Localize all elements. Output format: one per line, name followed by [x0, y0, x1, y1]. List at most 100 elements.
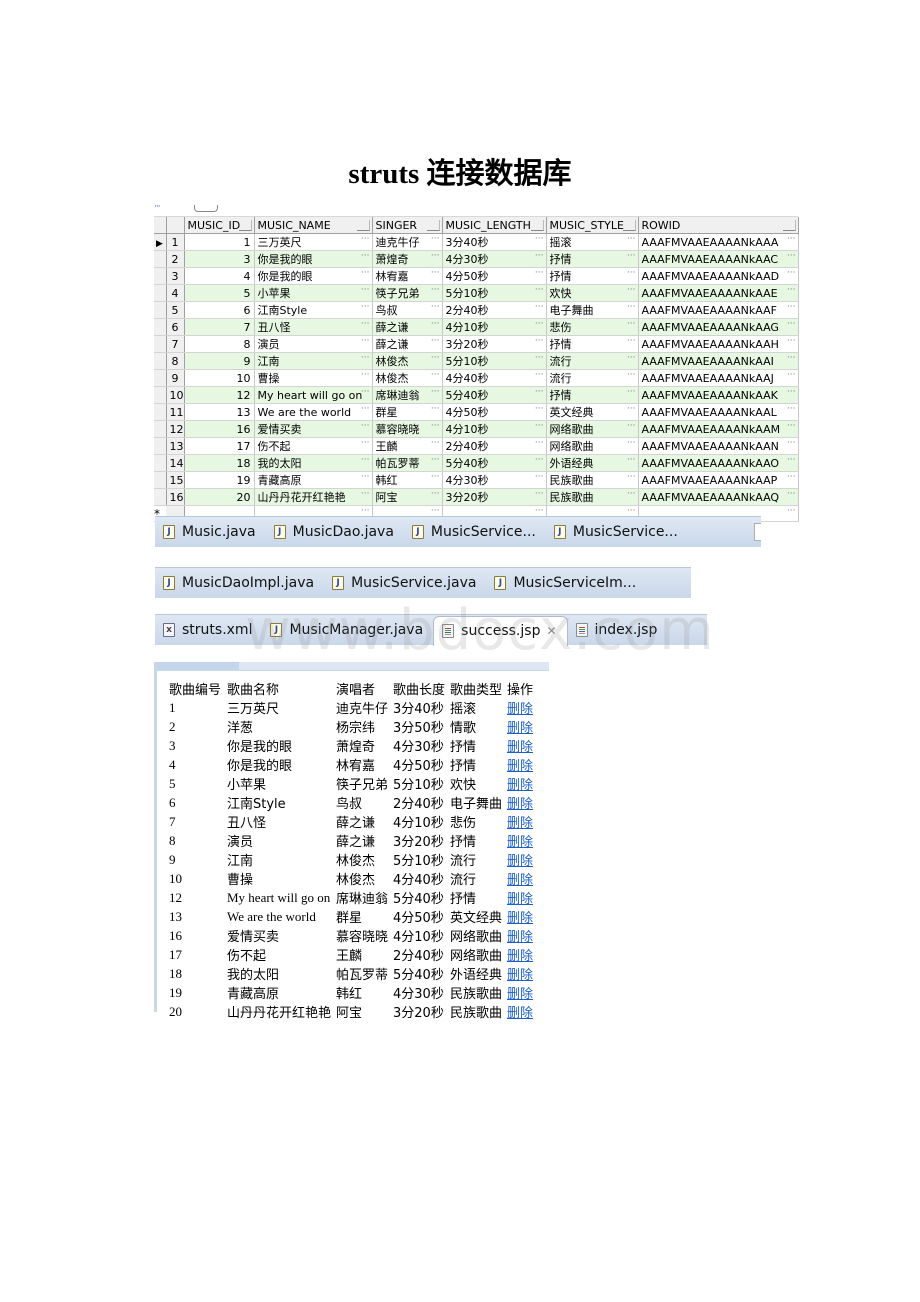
cell-rowid[interactable]: AAAFMVAAEAAAANkAAO ··· — [638, 454, 799, 472]
cell-rowid[interactable]: AAAFMVAAEAAAANkAAF ··· — [638, 301, 799, 319]
cell-singer[interactable]: 林俊杰 ··· — [372, 369, 443, 387]
cell-rowid[interactable]: AAAFMVAAEAAAANkAAJ ··· — [638, 369, 799, 387]
delete-link[interactable]: 删除 — [507, 854, 533, 869]
ellipsis-icon[interactable]: ··· — [627, 285, 636, 295]
ellipsis-icon[interactable]: ··· — [787, 370, 796, 380]
ellipsis-icon[interactable]: ··· — [535, 353, 544, 363]
row-indicator[interactable] — [154, 267, 167, 285]
cell-music-length[interactable]: 5分10秒 ··· — [442, 284, 547, 302]
cell-music-name[interactable]: 江南Style ··· — [254, 301, 373, 319]
row-indicator[interactable] — [154, 352, 167, 370]
delete-link[interactable]: 删除 — [507, 797, 533, 812]
cell-music-name[interactable]: 山丹丹花开红艳艳 ··· — [254, 488, 373, 506]
ellipsis-icon[interactable]: ··· — [431, 251, 440, 261]
grid-row[interactable]: 8 9 江南 ··· 林俊杰 ··· 5分10秒 ··· 流行 ··· AAAFMVAAEAAAAN… — [154, 352, 799, 370]
ellipsis-icon[interactable]: ··· — [787, 404, 796, 414]
delete-link[interactable]: 删除 — [507, 930, 533, 945]
cell-music-style[interactable]: 电子舞曲 ··· — [546, 301, 639, 319]
overflow-tab-stub[interactable] — [754, 523, 761, 541]
grid-row[interactable]: 7 8 演员 ··· 薛之谦 ··· 3分20秒 ··· 抒情 ··· AAAFMVAAEAAAAN… — [154, 335, 799, 353]
cell-music-id[interactable]: 7 — [184, 318, 255, 336]
delete-link[interactable]: 删除 — [507, 835, 533, 850]
ellipsis-icon[interactable]: ··· — [627, 489, 636, 499]
grid-row[interactable]: 9 10 曹操 ··· 林俊杰 ··· 4分40秒 ··· 流行 ··· AAAFMVAAEAAAA… — [154, 369, 799, 387]
row-indicator[interactable] — [154, 437, 167, 455]
ellipsis-icon[interactable]: ··· — [535, 302, 544, 312]
cell-rowid[interactable]: AAAFMVAAEAAAANkAAQ ··· — [638, 488, 799, 506]
ellipsis-icon[interactable]: ··· — [431, 438, 440, 448]
grid-row[interactable]: 13 17 伤不起 ··· 王麟 ··· 2分40秒 ··· 网络歌曲 ··· AAAFMVAAEA… — [154, 437, 799, 455]
ellipsis-icon[interactable]: ··· — [787, 234, 796, 244]
ellipsis-icon[interactable]: ··· — [627, 268, 636, 278]
cell-music-id[interactable]: 4 — [184, 267, 255, 285]
ellipsis-icon[interactable]: ··· — [535, 438, 544, 448]
ellipsis-icon[interactable]: ··· — [431, 370, 440, 380]
cell-music-name[interactable]: 伤不起 ··· — [254, 437, 373, 455]
cell-rowid[interactable]: AAAFMVAAEAAAANkAAD ··· — [638, 267, 799, 285]
ellipsis-icon[interactable]: ··· — [787, 319, 796, 329]
grid-row[interactable]: 12 16 爱情买卖 ··· 慕容晓晓 ··· 4分10秒 ··· 网络歌曲 ··· AAAFMVA… — [154, 420, 799, 438]
cell-music-length[interactable]: 4分30秒 ··· — [442, 250, 547, 268]
cell-music-length[interactable]: 2分40秒 ··· — [442, 301, 547, 319]
cell-music-name[interactable]: 三万英尺 ··· — [254, 233, 373, 251]
cell-music-id[interactable]: 20 — [184, 488, 255, 506]
cell-singer[interactable]: 阿宝 ··· — [372, 488, 443, 506]
cell-music-name[interactable]: 曹操 ··· — [254, 369, 373, 387]
cell-singer[interactable]: 慕容晓晓 ··· — [372, 420, 443, 438]
row-indicator[interactable] — [154, 420, 167, 438]
ellipsis-icon[interactable]: ··· — [627, 472, 636, 482]
ellipsis-icon[interactable]: ··· — [535, 251, 544, 261]
cell-music-length[interactable]: 4分30秒 ··· — [442, 471, 547, 489]
cell-music-length[interactable]: 5分10秒 ··· — [442, 352, 547, 370]
ellipsis-icon[interactable]: ··· — [627, 387, 636, 397]
cell-singer[interactable]: 群星 ··· — [372, 403, 443, 421]
close-tab-icon[interactable]: ✕ — [546, 624, 556, 638]
row-indicator[interactable] — [154, 250, 167, 268]
delete-link[interactable]: 删除 — [507, 968, 533, 983]
cell-music-name[interactable]: 演员 ··· — [254, 335, 373, 353]
cell-music-style[interactable]: 抒情 ··· — [546, 267, 639, 285]
ellipsis-icon[interactable]: ··· — [627, 234, 636, 244]
ellipsis-icon[interactable]: ··· — [431, 234, 440, 244]
cell-rowid[interactable]: AAAFMVAAEAAAANkAAI ··· — [638, 352, 799, 370]
editor-tab[interactable]: J MusicService... — [546, 517, 688, 547]
row-indicator[interactable] — [154, 471, 167, 489]
cell-music-name[interactable]: We are the world ··· — [254, 403, 373, 421]
ellipsis-icon[interactable]: ··· — [535, 455, 544, 465]
grid-row[interactable]: 16 20 山丹丹花开红艳艳 ··· 阿宝 ··· 3分20秒 ··· 民族歌曲 ··· AAAFM… — [154, 488, 799, 506]
cell-music-id[interactable]: 16 — [184, 420, 255, 438]
grid-row[interactable]: 3 4 你是我的眼 ··· 林宥嘉 ··· 4分50秒 ··· 抒情 ··· AAAFMVAAEAA… — [154, 267, 799, 285]
ellipsis-icon[interactable]: ··· — [627, 404, 636, 414]
ellipsis-icon[interactable]: ··· — [361, 438, 370, 448]
ellipsis-icon[interactable]: ··· — [627, 319, 636, 329]
cell-rowid[interactable]: AAAFMVAAEAAAANkAAH ··· — [638, 335, 799, 353]
cell-rowid[interactable]: AAAFMVAAEAAAANkAAN ··· — [638, 437, 799, 455]
delete-link[interactable]: 删除 — [507, 778, 533, 793]
cell-music-length[interactable]: 3分40秒 ··· — [442, 233, 547, 251]
cell-singer[interactable]: 韩红 ··· — [372, 471, 443, 489]
ellipsis-icon[interactable]: ··· — [627, 438, 636, 448]
column-header[interactable]: MUSIC_ID — [184, 217, 255, 234]
cell-music-style[interactable]: 网络歌曲 ··· — [546, 437, 639, 455]
editor-tab[interactable]: J MusicDaoImpl.java — [155, 568, 324, 598]
cell-music-id[interactable]: 18 — [184, 454, 255, 472]
ellipsis-icon[interactable]: ··· — [431, 421, 440, 431]
cell-music-name[interactable]: My heart will go on ··· — [254, 386, 373, 404]
ellipsis-icon[interactable]: ··· — [535, 268, 544, 278]
ellipsis-icon[interactable]: ··· — [361, 302, 370, 312]
editor-tab[interactable]: success.jsp ✕ — [433, 615, 568, 646]
ellipsis-icon[interactable]: ··· — [431, 336, 440, 346]
ellipsis-icon[interactable]: ··· — [787, 506, 796, 516]
cell-music-name[interactable]: 青藏高原 ··· — [254, 471, 373, 489]
delete-link[interactable]: 删除 — [507, 816, 533, 831]
cell-singer[interactable]: 薛之谦 ··· — [372, 318, 443, 336]
ellipsis-icon[interactable]: ··· — [431, 506, 440, 516]
ellipsis-icon[interactable]: ··· — [627, 506, 636, 516]
ellipsis-icon[interactable]: ··· — [431, 268, 440, 278]
cell-music-name[interactable]: 丑八怪 ··· — [254, 318, 373, 336]
ellipsis-icon[interactable]: ··· — [361, 489, 370, 499]
ellipsis-icon[interactable]: ··· — [361, 421, 370, 431]
grid-row[interactable]: 14 18 我的太阳 ··· 帕瓦罗蒂 ··· 5分40秒 ··· 外语经典 ··· AAAFMVA… — [154, 454, 799, 472]
editor-tab[interactable]: J Music.java — [155, 517, 266, 547]
cell-singer[interactable]: 席琳迪翁 ··· — [372, 386, 443, 404]
